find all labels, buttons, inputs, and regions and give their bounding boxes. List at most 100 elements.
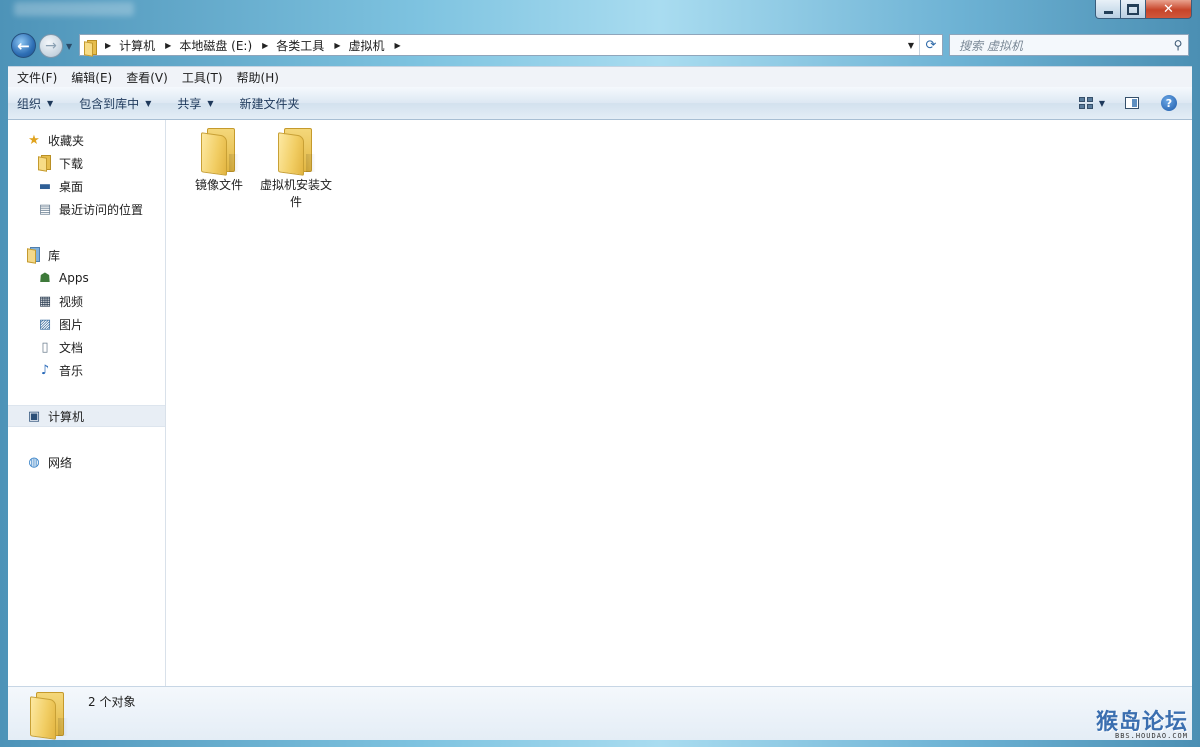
minimize-button[interactable] [1095,0,1121,19]
include-in-library-button[interactable]: 包含到库中 ▼ [70,95,160,112]
address-dropdown[interactable]: ▼ [903,35,919,55]
new-folder-button[interactable]: 新建文件夹 [231,95,309,112]
close-icon: ✕ [1163,1,1174,17]
organize-label: 组织 [17,96,42,111]
sidebar-item-favorites[interactable]: ★ 收藏夹 [26,129,84,151]
new-folder-label: 新建文件夹 [239,96,300,111]
sidebar-item-label: Apps [59,271,89,285]
downloads-folder-icon [37,155,53,172]
view-controls: ▼ ? [1078,87,1192,119]
sidebar-item-label: 音乐 [59,363,84,378]
music-icon: ♪ [40,362,50,378]
sidebar-item-desktop[interactable]: ▬ 桌面 [37,175,83,197]
menu-view[interactable]: 查看(V) [121,69,173,86]
sidebar-item-recent[interactable]: ▤ 最近访问的位置 [37,198,143,220]
breadcrumb-separator-icon[interactable]: ▶ [327,41,345,50]
breadcrumb-separator-icon[interactable]: ▶ [158,41,176,50]
network-icon: ◍ [28,454,40,470]
chevron-down-icon: ▼ [66,42,73,51]
sidebar-item-label: 视频 [59,294,84,309]
details-pane: 2 个对象 猴岛论坛 BBS.HOUDAO.COM [8,686,1192,740]
libraries-icon [26,247,42,264]
sidebar-item-label: 库 [48,248,61,263]
sidebar-item-label: 网络 [48,455,73,470]
minimize-icon [1103,10,1113,14]
forward-arrow-icon: → [45,38,57,54]
menu-help[interactable]: 帮助(H) [232,69,284,86]
menu-file[interactable]: 文件(F) [12,69,62,86]
folder-name: 虚拟机安装文件 [260,178,333,209]
sidebar-item-videos[interactable]: ▦ 视频 [37,290,83,312]
folder-icon [84,39,98,57]
help-icon[interactable]: ? [1161,95,1177,111]
search-icon[interactable]: ⚲ [1168,38,1188,52]
sidebar-item-label: 桌面 [59,179,84,194]
caption-buttons: ✕ [1095,0,1192,19]
window-title-blur [14,2,134,16]
refresh-button[interactable]: ⟳ [919,35,942,55]
refresh-icon: ⟳ [925,37,937,53]
include-in-library-label: 包含到库中 [79,96,140,111]
folder-icon [276,128,316,176]
item-count: 2 个对象 [88,695,136,709]
sidebar-item-pictures[interactable]: ▨ 图片 [37,313,83,335]
navigation-pane: ★ 收藏夹 下载 ▬ 桌面 ▤ 最近访问的位置 库 ☗ Apps ▦ 视频 ▨ … [8,120,166,686]
search-input[interactable]: 搜索 虚拟机 ⚲ [949,34,1189,56]
sidebar-item-label: 文档 [59,340,84,355]
breadcrumb-local-disk-e[interactable]: 本地磁盘 (E:) [176,37,255,54]
breadcrumb: ▶ 计算机 ▶ 本地磁盘 (E:) ▶ 各类工具 ▶ 虚拟机 ▶ [98,35,903,55]
file-list[interactable]: 镜像文件 虚拟机安装文件 [166,120,1192,686]
watermark-logo: 猴岛论坛 BBS.HOUDAO.COM [1096,704,1188,740]
folder-item[interactable]: 虚拟机安装文件 [260,128,332,211]
address-bar[interactable]: ▶ 计算机 ▶ 本地磁盘 (E:) ▶ 各类工具 ▶ 虚拟机 ▶ ▼ ⟳ [79,34,943,57]
sidebar-item-computer[interactable]: ▣ 计算机 [8,405,165,427]
recent-places-icon: ▤ [38,201,52,217]
sidebar-item-documents[interactable]: ▯ 文档 [37,336,83,358]
computer-icon: ▣ [27,408,41,424]
preview-pane-icon[interactable] [1125,97,1139,109]
back-button[interactable]: ← [11,33,36,58]
star-icon: ★ [28,132,40,148]
sidebar-item-downloads[interactable]: 下载 [37,152,83,174]
change-view-icon[interactable] [1078,97,1093,109]
sidebar-item-network[interactable]: ◍ 网络 [26,451,72,473]
chevron-down-icon: ▼ [47,98,54,108]
menu-edit[interactable]: 编辑(E) [66,69,117,86]
folder-name: 镜像文件 [194,178,243,192]
close-button[interactable]: ✕ [1146,0,1192,19]
breadcrumb-computer[interactable]: 计算机 [116,37,158,54]
desktop-icon: ▬ [38,178,52,194]
sidebar-item-label: 图片 [59,317,84,332]
breadcrumb-separator-icon[interactable]: ▶ [98,41,116,50]
recent-pages-dropdown[interactable]: ▼ [66,42,72,51]
picture-icon: ▨ [38,316,52,332]
document-icon: ▯ [41,339,49,355]
chevron-down-icon: ▼ [907,40,915,50]
breadcrumb-vm[interactable]: 虚拟机 [345,37,387,54]
folder-item[interactable]: 镜像文件 [183,128,255,194]
content-area: ★ 收藏夹 下载 ▬ 桌面 ▤ 最近访问的位置 库 ☗ Apps ▦ 视频 ▨ … [8,120,1192,686]
breadcrumb-separator-icon[interactable]: ▶ [387,41,405,50]
explorer-window: ✕ ← → ▼ ▶ 计算机 ▶ 本地磁盘 (E:) ▶ 各类工具 ▶ 虚拟机 ▶… [0,0,1200,747]
organize-button[interactable]: 组织 ▼ [8,95,62,112]
sidebar-item-libraries[interactable]: 库 [26,244,60,266]
menu-bar: 文件(F) 编辑(E) 查看(V) 工具(T) 帮助(H) [8,66,1192,87]
command-bar: 组织 ▼ 包含到库中 ▼ 共享 ▼ 新建文件夹 ▼ ? [8,87,1192,120]
sidebar-item-music[interactable]: ♪ 音乐 [37,359,83,381]
chevron-down-icon[interactable]: ▼ [1099,99,1105,108]
maximize-button[interactable] [1121,0,1146,19]
chevron-down-icon: ▼ [145,98,152,108]
breadcrumb-separator-icon[interactable]: ▶ [255,41,273,50]
breadcrumb-tools[interactable]: 各类工具 [273,37,327,54]
share-button[interactable]: 共享 ▼ [168,95,222,112]
search-placeholder: 搜索 虚拟机 [959,38,1023,53]
back-arrow-icon: ← [17,36,30,55]
menu-tools[interactable]: 工具(T) [177,69,228,86]
maximize-icon [1127,3,1139,15]
chevron-down-icon: ▼ [207,98,214,108]
folder-icon [199,128,239,176]
sidebar-item-label: 下载 [59,156,84,171]
sidebar-item-label: 收藏夹 [48,133,85,148]
forward-button[interactable]: → [39,34,63,58]
sidebar-item-apps[interactable]: ☗ Apps [37,267,89,289]
